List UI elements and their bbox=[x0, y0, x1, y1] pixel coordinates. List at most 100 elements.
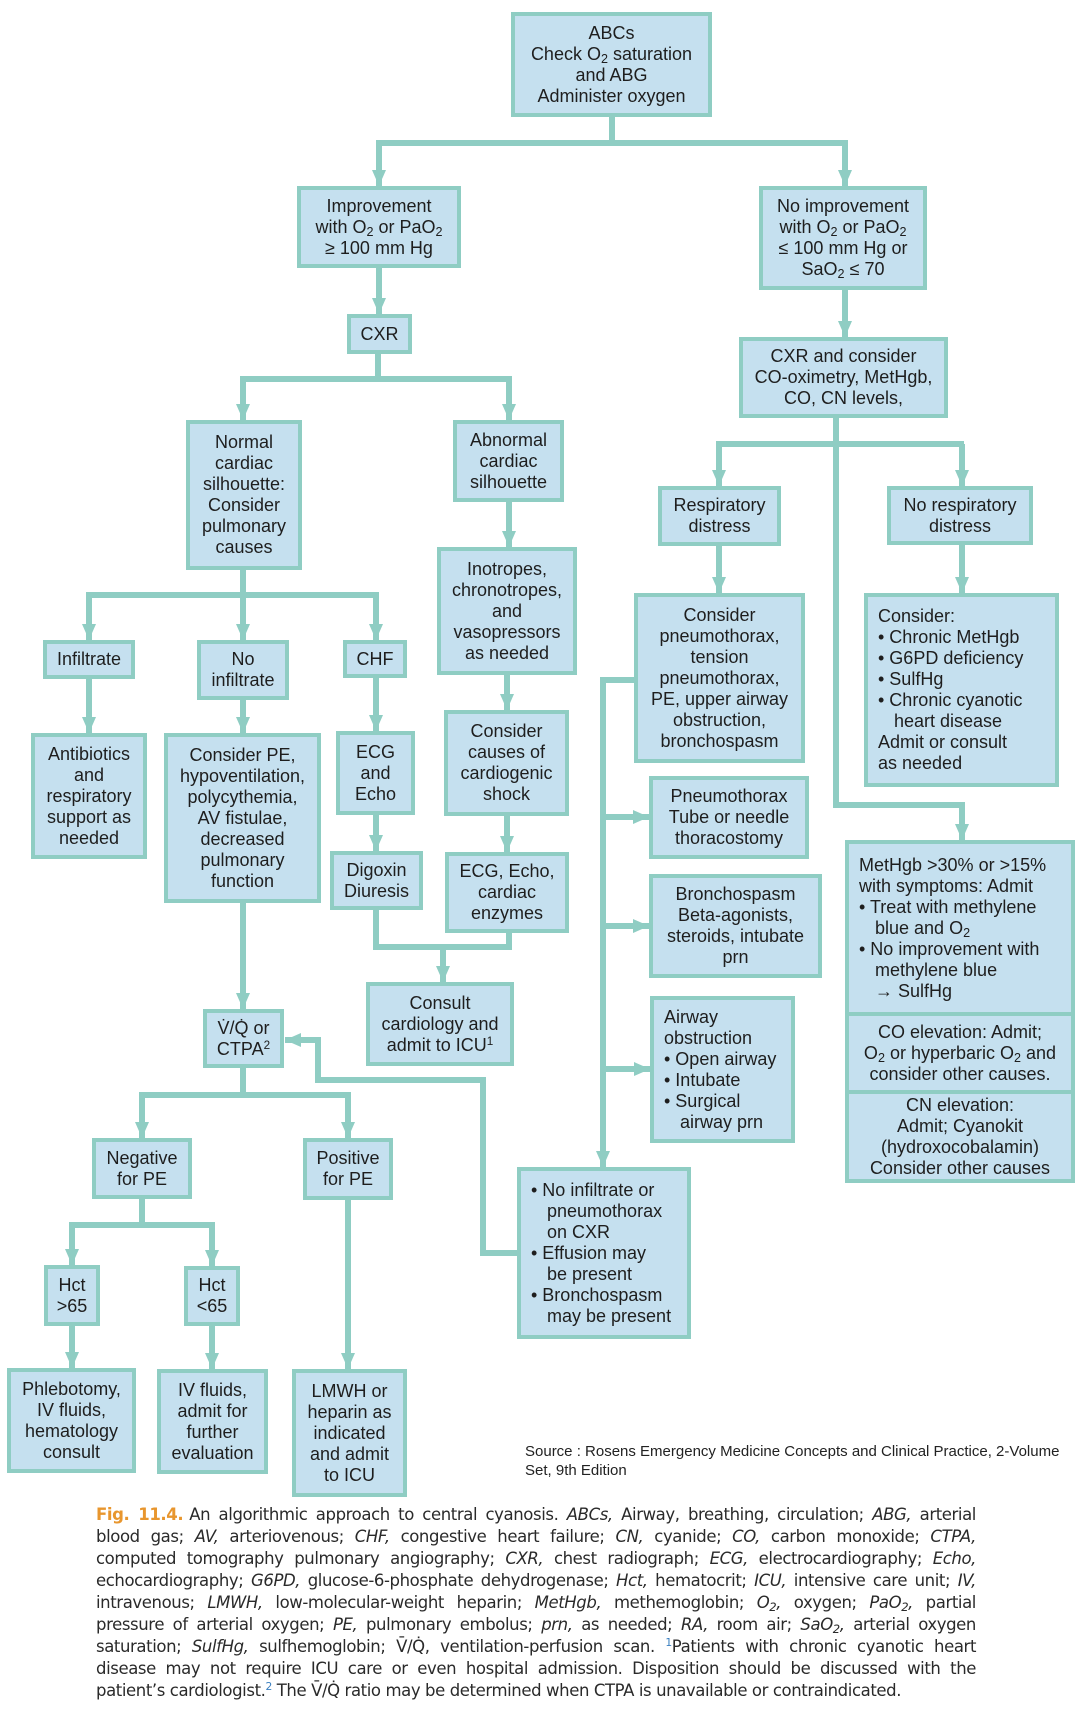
node-text-line: • Chronic cyanotic bbox=[878, 690, 1023, 710]
arrowhead bbox=[955, 470, 969, 486]
node-text-line: respiratory bbox=[46, 785, 132, 806]
figure-label: Fig. 11.4. bbox=[96, 1505, 184, 1524]
node-text-line: Consider bbox=[470, 721, 543, 741]
node-text-line: needed bbox=[58, 827, 120, 848]
node-cn-elevation: CN elevation: Admit; Cyanokit (hydroxocoba… bbox=[845, 1090, 1075, 1183]
node-ecg-echo: ECG and Echo bbox=[336, 731, 415, 815]
node-text-line: Phlebotomy, bbox=[22, 1378, 121, 1399]
node-positive-pe: Positive for PE bbox=[303, 1138, 393, 1200]
node-no-infiltrate: No infiltrate bbox=[197, 640, 289, 700]
node-text-line: • Treat with methylene bbox=[859, 896, 1037, 917]
node-text-line: PE, upper airway bbox=[650, 688, 789, 709]
node-methgb: MetHgb >30% or >15% with symptoms: Admit •… bbox=[845, 840, 1075, 1016]
node-text-line: to ICU bbox=[323, 1464, 375, 1485]
node-text-line: AV fistulae, bbox=[197, 807, 288, 828]
node-cxr: CXR bbox=[347, 314, 412, 354]
node-text-line: indicated bbox=[313, 1422, 386, 1443]
node-text-line: IV fluids, bbox=[177, 1379, 248, 1400]
figure-caption: Fig. 11.4. An algorithmic approach to cen… bbox=[96, 1504, 976, 1702]
node-text-line: Inotropes, bbox=[466, 558, 548, 579]
node-antibiotics: Antibiotics and respiratory support as neede… bbox=[31, 733, 147, 859]
node-vq-ctpa: V̇/Q̇ or CTPA2 bbox=[203, 1009, 284, 1068]
node-text-line: may be present bbox=[547, 1305, 672, 1326]
node-text-line: silhouette: bbox=[202, 474, 286, 494]
node-text-line: Admit; Cyanokit bbox=[896, 1115, 1024, 1136]
node-text-line: No bbox=[231, 649, 255, 669]
node-text-line: • Bronchospasm bbox=[531, 1284, 663, 1305]
arrowhead bbox=[500, 694, 514, 710]
node-text-line: and bbox=[73, 764, 105, 785]
node-text-line: • SulfHg bbox=[878, 669, 944, 689]
node-text-line: steroids, intubate bbox=[666, 926, 805, 946]
node-text-line: Consider bbox=[683, 604, 756, 625]
node-text-line: and admit bbox=[309, 1443, 390, 1464]
node-text-line: heparin as bbox=[307, 1401, 392, 1422]
arrowhead bbox=[838, 321, 852, 337]
node-text-line: for PE bbox=[322, 1169, 374, 1189]
node-consider-chronic: Consider: • Chronic MetHgb • G6PD deficien… bbox=[864, 593, 1059, 787]
arrowhead bbox=[65, 1249, 79, 1265]
node-co-elevation: CO elevation: Admit; O2 or hyperbaric O2 … bbox=[845, 1012, 1075, 1094]
node-text-line: for PE bbox=[116, 1168, 168, 1189]
arrowhead bbox=[205, 1250, 219, 1266]
arrowhead bbox=[341, 1353, 355, 1369]
node-text-line: Positive bbox=[316, 1148, 380, 1168]
node-hct-low: Hct <65 bbox=[184, 1266, 240, 1326]
node-text-line: Admit or consult bbox=[878, 732, 1008, 752]
node-text-line: Diuresis bbox=[343, 880, 409, 901]
arrowhead bbox=[372, 170, 386, 186]
arrowhead bbox=[838, 170, 852, 186]
node-text-line: further bbox=[186, 1421, 239, 1442]
node-text-line: Digoxin bbox=[346, 859, 407, 880]
node-text-line: • Intubate bbox=[664, 1069, 741, 1090]
node-text-line: prn bbox=[722, 947, 749, 967]
node-text-line: LMWH or bbox=[311, 1380, 388, 1401]
node-text-line: with symptoms: Admit bbox=[859, 875, 1034, 896]
arrowhead bbox=[502, 531, 516, 547]
node-text-line: with O2 or PaO2 bbox=[779, 217, 907, 239]
node-text-line: • Open airway bbox=[664, 1048, 777, 1069]
node-text-line: CTPA2 bbox=[216, 1038, 271, 1059]
arrowhead bbox=[372, 298, 386, 314]
node-text-line: support as bbox=[46, 806, 132, 827]
arrowhead bbox=[82, 624, 96, 640]
arrowhead bbox=[82, 717, 96, 733]
node-text-line: O2 or hyperbaric O2 and bbox=[863, 1042, 1057, 1065]
node-text-line: and bbox=[360, 762, 391, 783]
node-text-line: obstruction, bbox=[672, 709, 767, 730]
arrowhead bbox=[596, 1151, 610, 1167]
node-abnormal-silhouette: Abnormal cardiac silhouette bbox=[453, 420, 564, 502]
node-iv-fluids: IV fluids, admit for further evaluation bbox=[157, 1369, 268, 1474]
arrowhead bbox=[285, 1033, 301, 1047]
node-text-line: CN elevation: bbox=[905, 1094, 1015, 1115]
node-text-line: Beta-agonists, bbox=[677, 905, 794, 925]
node-text-line: chronotropes, bbox=[451, 579, 563, 600]
node-text-line: Respiratory bbox=[673, 495, 766, 515]
node-text-line: pneumothorax bbox=[547, 1200, 663, 1221]
node-consider-pe: Consider PE, hypoventilation, polycythemia… bbox=[164, 733, 321, 903]
source-citation: Source : Rosens Emergency Medicine Conce… bbox=[525, 1443, 1060, 1479]
arrowhead bbox=[369, 835, 383, 851]
node-text-line: consider other causes. bbox=[869, 1063, 1051, 1084]
arrowhead bbox=[955, 824, 969, 840]
node-text-line: Normal bbox=[214, 432, 273, 452]
node-text-line: • G6PD deficiency bbox=[878, 648, 1024, 668]
node-text-line: vasopressors bbox=[453, 621, 561, 642]
arrowhead bbox=[712, 470, 726, 486]
node-text-line: cardiac bbox=[479, 450, 538, 471]
node-text-line: Bronchospasm bbox=[675, 884, 796, 904]
node-text-line: on CXR bbox=[547, 1221, 611, 1242]
node-text-line: <65 bbox=[196, 1296, 228, 1316]
node-text-line: • Chronic MetHgb bbox=[878, 627, 1020, 647]
node-lmwh: LMWH or heparin as indicated and admit to IC… bbox=[292, 1369, 407, 1497]
node-text-line: with O2 or PaO2 bbox=[315, 216, 443, 239]
node-text-line: and bbox=[491, 600, 523, 621]
arrowhead bbox=[436, 966, 450, 982]
node-text-line: Hct bbox=[58, 1274, 86, 1295]
node-text-line: cardiac bbox=[214, 453, 274, 473]
node-text-line: distress bbox=[688, 516, 751, 536]
node-text-line: polycythemia, bbox=[187, 786, 298, 807]
node-text-line: Consult bbox=[409, 992, 471, 1013]
node-no-respiratory-distress: No respiratory distress bbox=[887, 486, 1033, 545]
node-text-line: CO elevation: Admit; bbox=[877, 1021, 1043, 1042]
